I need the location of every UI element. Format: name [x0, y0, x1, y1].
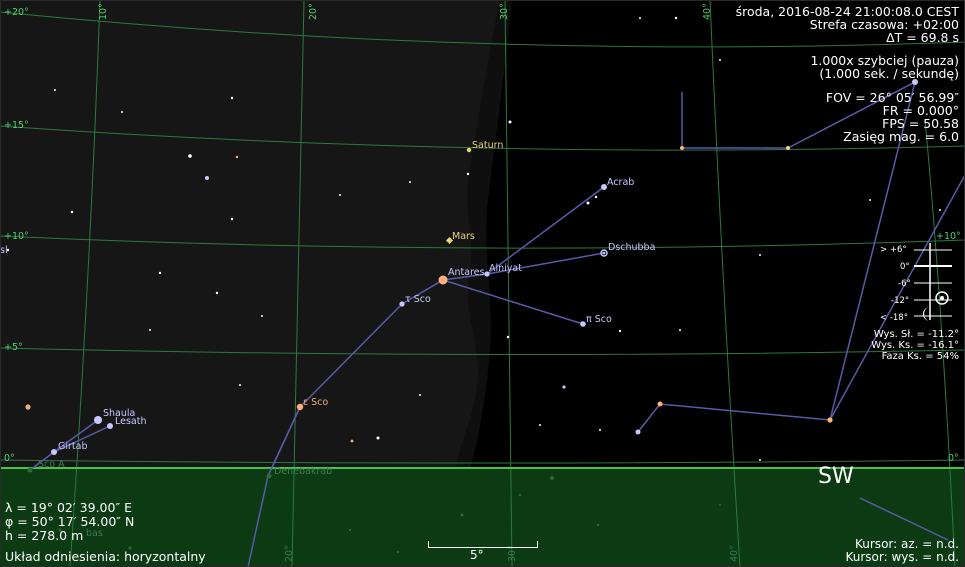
- label-sco-a: Sco A: [38, 459, 65, 470]
- star-shaula: [94, 416, 102, 424]
- scale-bar: [428, 541, 538, 548]
- label-girtab: Girtab: [58, 441, 87, 452]
- az-label-20: 20°: [308, 3, 319, 20]
- cursor-azimuth: Kursor: az. = n.d.: [855, 537, 959, 551]
- scale-label: 5°: [470, 548, 484, 562]
- alt-label-0-right: 0°: [948, 453, 959, 464]
- twilight-level-1: 0°: [900, 262, 910, 272]
- latitude: φ = 50° 17′ 54.00″ N: [5, 514, 135, 529]
- reference-frame: Układ odniesienia: horyzontalny: [5, 549, 206, 564]
- alt-label-5: +5°: [4, 342, 23, 353]
- elevation: h = 278.0 m: [5, 528, 84, 543]
- twilight-level-3: -12°: [891, 296, 909, 306]
- planet-saturn[interactable]: [466, 147, 472, 153]
- label-sl: sl: [0, 245, 8, 256]
- label-pi-sco: π Sco: [586, 314, 612, 325]
- label-bas: bas: [86, 528, 103, 539]
- alt-label-10: +10°: [4, 231, 29, 242]
- milky-way: [0, 0, 500, 470]
- label-acrab: Acrab: [607, 177, 634, 188]
- star-tau-sco: [399, 301, 405, 307]
- moon-phase: Faza Ks. = 54%: [881, 351, 959, 362]
- alt-label-20: +20°: [4, 7, 29, 18]
- delta-t: ΔT = 69.8 s: [886, 30, 959, 45]
- az-label-30: 30°: [499, 3, 510, 20]
- alt-label-10-right: +10°: [936, 231, 961, 242]
- alt-label-0: 0°: [4, 453, 15, 464]
- moon-icon: [923, 307, 930, 321]
- star-girtab: [51, 449, 57, 455]
- label-epsilon-sco: ε Sco: [303, 397, 328, 408]
- cursor-altitude: Kursor: wys. = n.d.: [845, 550, 959, 564]
- label-dschubba: Dschubba: [608, 242, 655, 253]
- label-saturn: Saturn: [472, 140, 503, 151]
- label-denebakrab: Denebakrab: [274, 466, 332, 477]
- label-tau-sco: τ Sco: [405, 294, 431, 305]
- label-antares: Antares: [448, 267, 485, 278]
- az-label-10: 10°: [98, 3, 109, 20]
- star-lesath: [107, 423, 113, 429]
- az-label-40-bottom: 40°: [729, 545, 740, 562]
- az-label-40: 40°: [702, 3, 713, 20]
- label-lesath: Lesath: [115, 416, 147, 427]
- twilight-level-4: < -18°: [880, 313, 908, 323]
- alt-label-15: +15°: [4, 120, 29, 131]
- twilight-level-2: -6°: [898, 279, 911, 289]
- label-mars: Mars: [452, 231, 475, 242]
- longitude: λ = 19° 02′ 39.00″ E: [5, 500, 132, 515]
- cardinal-direction: SW: [818, 464, 854, 489]
- star-antares: [438, 275, 448, 285]
- time-speed-unit: (1.000 sek. / sekundę): [819, 66, 959, 81]
- mag-limit-readout: Zasięg mag. = 6.0: [843, 129, 959, 144]
- twilight-level-0: > +6°: [880, 245, 907, 255]
- az-label-20-bottom: 20°: [284, 545, 295, 562]
- label-alniyat: Alniyat: [489, 263, 522, 274]
- star-pi-sco: [580, 321, 586, 327]
